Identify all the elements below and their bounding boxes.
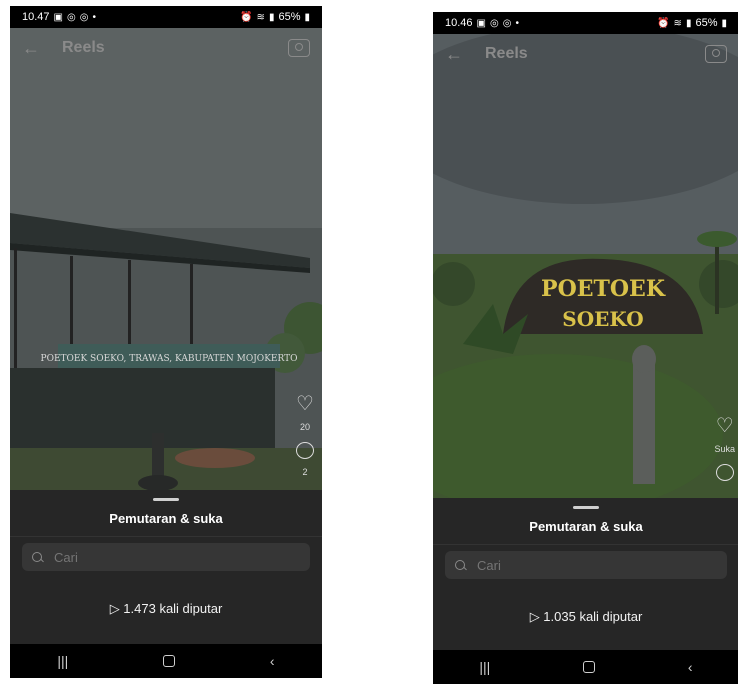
battery-icon: ▮ [304,11,310,23]
heart-icon[interactable]: ♡ [716,416,734,436]
back-arrow-icon[interactable]: ← [445,44,463,65]
likes-count: 20 [299,422,310,432]
home-icon[interactable] [163,655,176,667]
status-bar: 10.46 ▣ ◎ ◎ • ⏰ ≋ ▮ 65% ▮ [433,12,738,34]
instagram-icon: ◎ [79,11,89,23]
comment-icon[interactable] [296,442,314,459]
android-nav-bar: ||| ‹ [433,650,738,684]
reels-header: ← Reels [433,34,738,74]
back-arrow-icon[interactable]: ← [22,38,40,59]
search-bar[interactable] [445,551,727,579]
recents-icon[interactable]: ||| [57,653,68,669]
back-icon[interactable]: ‹ [688,659,693,675]
phone-screenshot-left: 10.47 ▣ ◎ ◎ • ⏰ ≋ ▮ 65% ▮ POETOEK SOEKO,… [10,6,322,678]
dot-icon: • [515,17,519,29]
page-title: Reels [62,39,105,56]
search-input[interactable] [475,556,689,574]
status-time: 10.46 [445,17,473,29]
reel-video-frame[interactable]: POETOEK SOEKO [433,34,738,504]
sheet-title: Pemutaran & suka [433,519,738,545]
phone-screenshot-right: 10.46 ▣ ◎ ◎ • ⏰ ≋ ▮ 65% ▮ POETOEK SOEKO [433,12,738,684]
gallery-icon: ▣ [53,11,63,23]
camera-icon[interactable] [705,45,727,63]
sheet-title: Pemutaran & suka [10,511,322,537]
dot-icon: • [92,11,96,23]
wifi-icon: ≋ [256,11,265,23]
search-input[interactable] [52,548,271,566]
page-title: Reels [485,45,528,62]
sign-text: POETOEK SOEKO, TRAWAS, KABUPATEN MOJOKER… [41,354,298,364]
like-label: Suka [714,444,735,454]
search-icon [455,560,465,570]
sheet-drag-handle[interactable] [573,506,599,509]
sign-line-1: POETOEK [541,276,666,302]
battery-icon: ▮ [721,17,727,29]
play-count: ▷ 1.473 kali diputar [109,601,223,616]
reel-video-frame[interactable]: POETOEK SOEKO, TRAWAS, KABUPATEN MOJOKER… [10,28,322,498]
status-time: 10.47 [22,11,50,23]
battery-level: 65% [695,17,718,29]
search-icon [32,552,42,562]
signal-icon: ▮ [268,11,275,23]
battery-level: 65% [278,11,301,23]
instagram-icon: ◎ [66,11,76,23]
alarm-icon: ⏰ [657,17,670,29]
status-bar: 10.47 ▣ ◎ ◎ • ⏰ ≋ ▮ 65% ▮ [10,6,322,28]
back-icon[interactable]: ‹ [270,653,275,669]
reel-actions: ♡ 20 2 [296,394,314,487]
signal-icon: ▮ [685,17,692,29]
home-icon[interactable] [583,661,596,673]
recents-icon[interactable]: ||| [479,659,490,675]
reel-actions: ♡ Suka [714,416,735,481]
instagram-icon: ◎ [502,17,512,29]
gallery-icon: ▣ [476,17,486,29]
android-nav-bar: ||| ‹ [10,644,322,678]
heart-icon[interactable]: ♡ [296,394,314,414]
sheet-drag-handle[interactable] [153,498,179,501]
bottom-sheet: Pemutaran & suka ▷ 1.473 kali diputar [10,490,322,644]
bottom-sheet: Pemutaran & suka ▷ 1.035 kali diputar [433,498,738,650]
wifi-icon: ≋ [673,17,682,29]
instagram-icon: ◎ [489,17,499,29]
play-count: ▷ 1.035 kali diputar [529,609,643,624]
comments-count: 2 [302,467,308,477]
reels-header: ← Reels [10,28,322,68]
search-bar[interactable] [22,543,310,571]
camera-icon[interactable] [288,39,310,57]
comment-icon[interactable] [715,464,734,481]
alarm-icon: ⏰ [240,11,253,23]
sign-line-2: SOEKO [562,307,643,331]
